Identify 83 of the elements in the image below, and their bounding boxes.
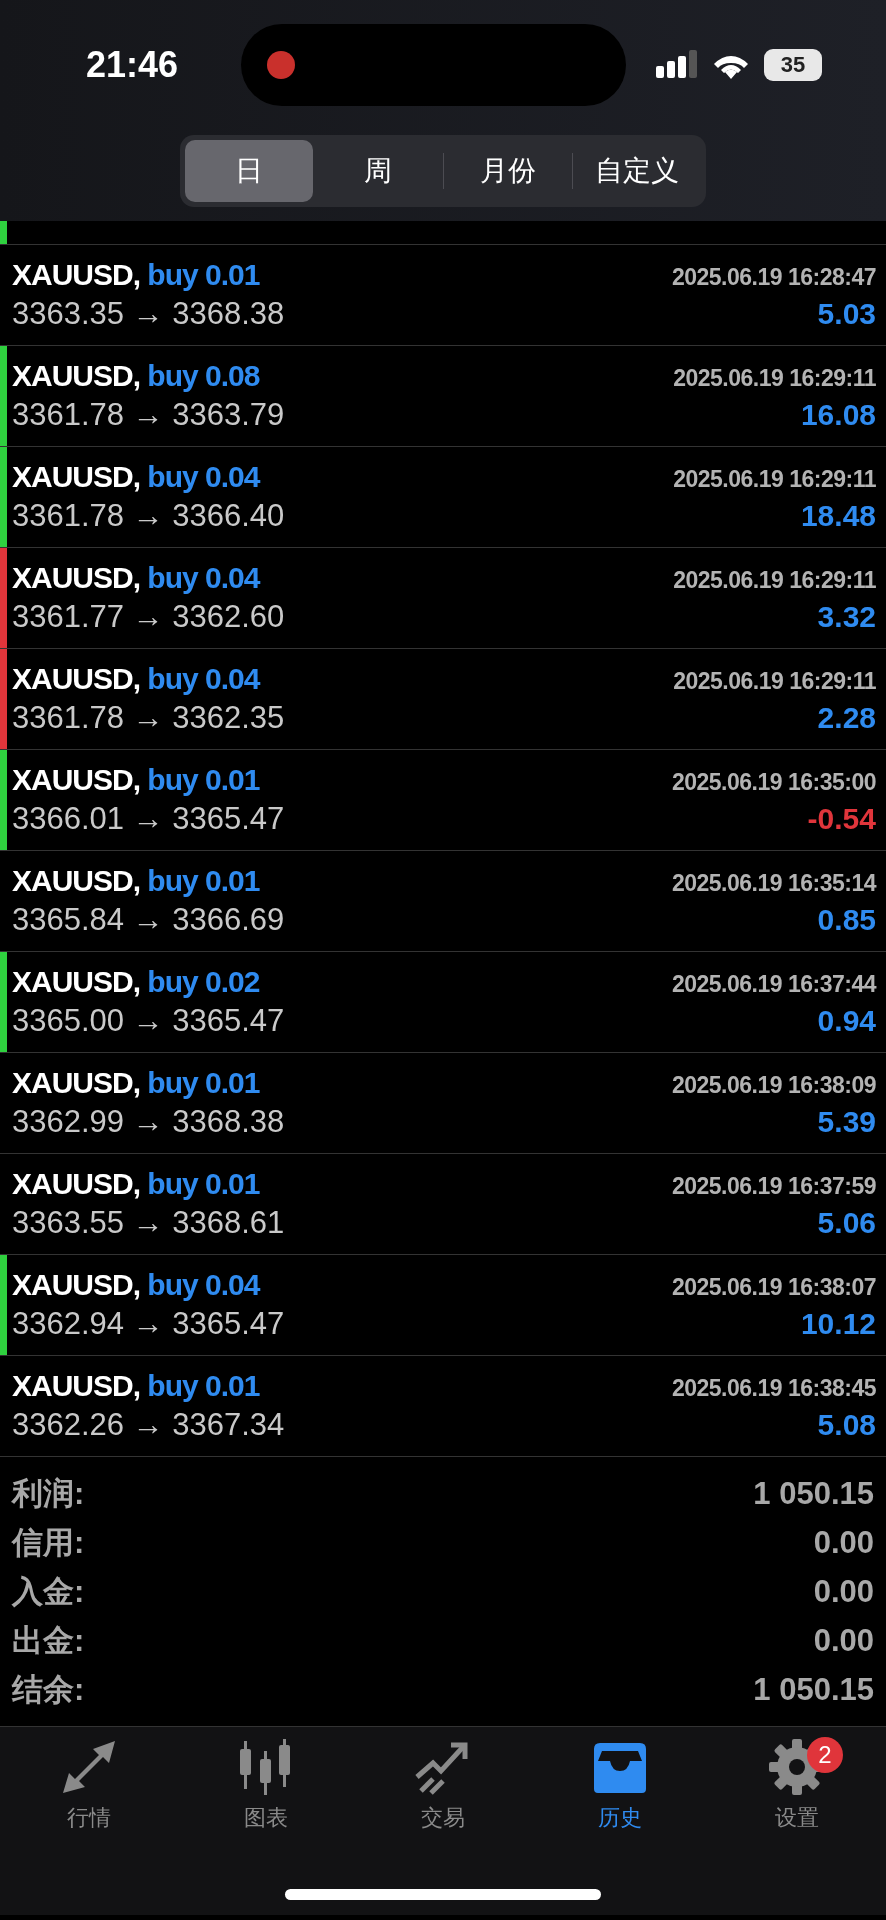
deal-row[interactable]: XAUUSD, buy 0.01 2025.06.19 16:28:47 3363.35 → 3368.38 5.03 [0, 245, 886, 346]
deal-time: 2025.06.19 16:37:59 [671, 1173, 876, 1200]
deal-time: 2025.06.19 16:29:11 [673, 365, 876, 392]
deal-time: 2025.06.19 16:35:14 [671, 870, 876, 897]
deal-title: XAUUSD, buy 0.02 [12, 965, 260, 999]
nav-tab[interactable]: 历史 [531, 1737, 709, 1867]
deal-profit: 18.48 [800, 499, 876, 533]
notification-badge: 2 [806, 1737, 843, 1773]
deal-title: XAUUSD, buy 0.08 [12, 359, 260, 393]
deal-title: XAUUSD, buy 0.01 [12, 1167, 260, 1201]
deal-row[interactable]: XAUUSD, buy 0.04 2025.06.19 16:29:11 3361.78 → 3362.35 2.28 [0, 649, 886, 750]
deal-time: 2025.06.19 16:37:44 [671, 971, 876, 998]
period-tab[interactable]: 自定义 [572, 140, 701, 202]
deal-title: XAUUSD, buy 0.01 [12, 1066, 260, 1100]
deal-title: XAUUSD, buy 0.01 [12, 1369, 260, 1403]
deal-time: 2025.06.19 16:38:09 [671, 1072, 876, 1099]
deal-title: XAUUSD, buy 0.04 [12, 460, 260, 494]
deal-profit: 3.32 [817, 600, 876, 634]
deal-profit: 0.94 [817, 1004, 876, 1038]
deal-prices: 3362.99 → 3368.38 [12, 1104, 285, 1140]
deal-prices: 3362.94 → 3365.47 [12, 1306, 285, 1342]
deal-profit: 5.39 [817, 1105, 876, 1139]
deal-row[interactable]: XAUUSD, buy 0.01 2025.06.19 16:38:09 3362.99 → 3368.38 5.39 [0, 1053, 886, 1154]
deal-title: XAUUSD, buy 0.04 [12, 561, 260, 595]
deal-row[interactable]: XAUUSD, buy 0.01 2025.06.19 16:38:45 3362.26 → 3367.34 5.08 [0, 1356, 886, 1457]
deal-title: XAUUSD, buy 0.01 [12, 763, 260, 797]
deal-profit: 5.06 [817, 1206, 876, 1240]
deal-prices: 3363.55 → 3368.61 [12, 1205, 285, 1241]
summary-value: 1 050.15 [753, 1475, 874, 1512]
deal-time: 2025.06.19 16:29:11 [673, 466, 876, 493]
deal-title: XAUUSD, buy 0.04 [12, 662, 260, 696]
deal-title: XAUUSD, buy 0.01 [12, 258, 260, 292]
deal-profit: 0.85 [817, 903, 876, 937]
summary-label: 信用: [12, 1523, 85, 1562]
deal-prices: 3366.01 → 3365.47 [12, 801, 285, 837]
summary-label: 入金: [12, 1572, 85, 1611]
deal-row[interactable]: XAUUSD, buy 0.01 2025.06.19 16:35:14 3365.84 → 3366.69 0.85 [0, 851, 886, 952]
deal-prices: 3361.78 → 3362.35 [12, 700, 285, 736]
deal-profit: 10.12 [800, 1307, 876, 1341]
deal-prices: 3361.78 → 3366.40 [12, 498, 285, 534]
deal-prices: 3363.35 → 3368.38 [12, 296, 285, 332]
deal-time: 2025.06.19 16:29:11 [673, 668, 876, 695]
deal-title: XAUUSD, buy 0.01 [12, 864, 260, 898]
deal-row[interactable]: XAUUSD, buy 0.04 2025.06.19 16:29:11 3361.77 → 3362.60 3.32 [0, 548, 886, 649]
deal-row[interactable]: XAUUSD, buy 0.04 2025.06.19 16:38:07 3362.94 → 3365.47 10.12 [0, 1255, 886, 1356]
deal-time: 2025.06.19 16:35:00 [671, 769, 876, 796]
deal-row[interactable]: XAUUSD, buy 0.02 2025.06.19 16:37:44 3365.00 → 3365.47 0.94 [0, 952, 886, 1053]
deal-title: XAUUSD, buy 0.04 [12, 1268, 260, 1302]
deal-time: 2025.06.19 16:29:11 [673, 567, 876, 594]
clock: 21:46 [86, 44, 180, 86]
summary-value: 0.00 [813, 1573, 874, 1610]
summary-label: 出金: [12, 1621, 85, 1660]
period-tab[interactable]: 月份 [443, 140, 572, 202]
deal-profit: 16.08 [800, 398, 876, 432]
deal-row[interactable]: XAUUSD, buy 0.01 2025.06.19 16:35:00 3366.01 → 3365.47 -0.54 [0, 750, 886, 851]
summary-value: 0.00 [813, 1524, 874, 1561]
summary-value: 0.00 [813, 1622, 874, 1659]
deal-prices: 3362.26 → 3367.34 [12, 1407, 285, 1443]
signal-icon [656, 50, 698, 80]
deal-row[interactable]: XAUUSD, buy 0.01 2025.06.19 16:37:59 3363.55 → 3368.61 5.06 [0, 1154, 886, 1255]
deal-row[interactable]: XAUUSD, buy 0.08 2025.06.19 16:29:11 3361.78 → 3363.79 16.08 [0, 346, 886, 447]
summary-label: 结余: [12, 1670, 85, 1709]
nav-tab[interactable]: 行情 [0, 1737, 178, 1867]
summary-value: 1 050.15 [753, 1671, 874, 1708]
period-tab[interactable]: 日 [185, 140, 314, 202]
deal-profit: -0.54 [807, 802, 876, 836]
deal-prices: 3365.84 → 3366.69 [12, 902, 285, 938]
period-tab[interactable]: 周 [314, 140, 443, 202]
deal-time: 2025.06.19 16:28:47 [671, 264, 876, 291]
deal-profit: 5.08 [817, 1408, 876, 1442]
deal-prices: 3361.77 → 3362.60 [12, 599, 285, 635]
battery-indicator: 35 [764, 49, 822, 81]
nav-tab[interactable]: 设置 2 [708, 1737, 886, 1867]
deal-profit: 5.03 [817, 297, 876, 331]
deal-prices: 3361.78 → 3363.79 [12, 397, 285, 433]
deal-prices: 3365.00 → 3365.47 [12, 1003, 285, 1039]
deal-row[interactable]: XAUUSD, buy 0.04 2025.06.19 16:29:11 3361.78 → 3366.40 18.48 [0, 447, 886, 548]
nav-tab[interactable]: 图表 [177, 1737, 355, 1867]
nav-tab[interactable]: 交易 [354, 1737, 532, 1867]
deal-time: 2025.06.19 16:38:45 [671, 1375, 876, 1402]
summary-label: 利润: [12, 1474, 85, 1513]
deal-time: 2025.06.19 16:38:07 [671, 1274, 876, 1301]
deal-profit: 2.28 [817, 701, 876, 735]
